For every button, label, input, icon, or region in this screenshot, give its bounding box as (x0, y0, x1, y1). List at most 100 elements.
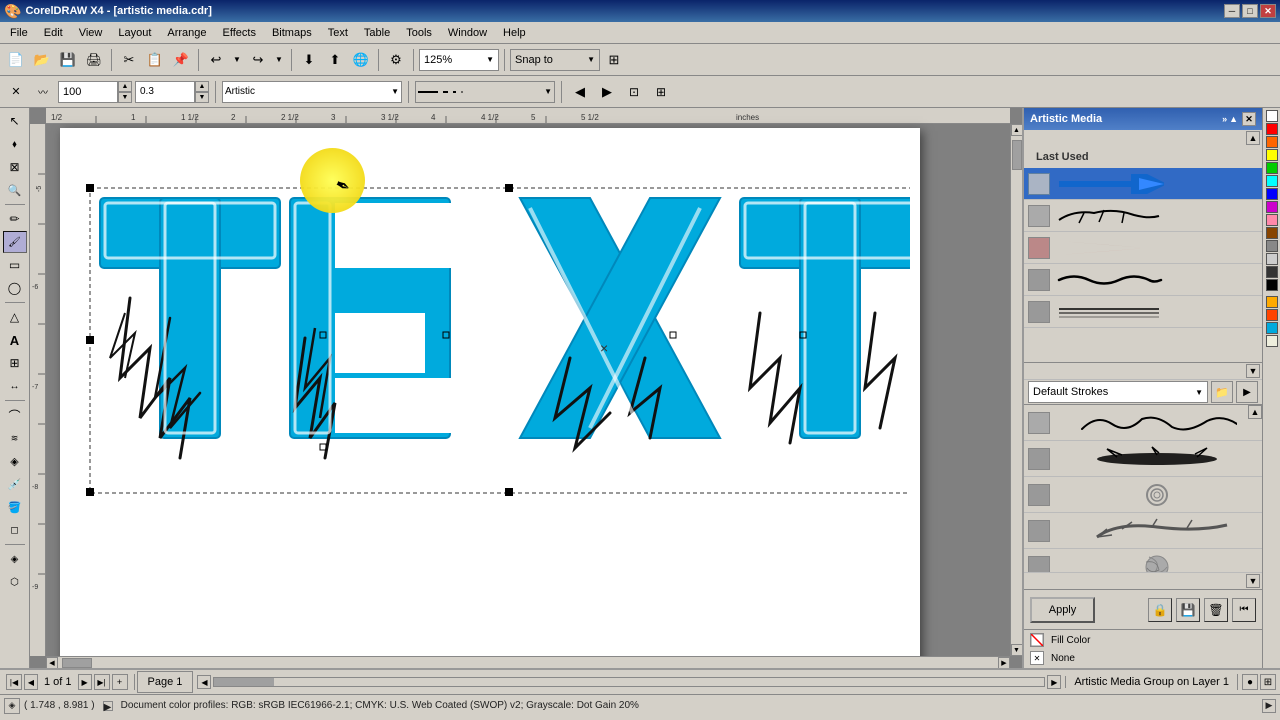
align-button[interactable]: ⊞ (602, 48, 626, 72)
interactive-fill-tool[interactable]: ◈ (3, 548, 27, 570)
fill-tool[interactable]: 🪣 (3, 496, 27, 518)
publish-button[interactable]: 🌐 (349, 48, 373, 72)
copy-button[interactable]: 📋 (143, 48, 167, 72)
menu-help[interactable]: Help (495, 25, 534, 41)
menu-window[interactable]: Window (440, 25, 495, 41)
info-close-btn[interactable]: ▶ (1262, 699, 1276, 713)
import-button[interactable]: ⬇ (297, 48, 321, 72)
color-amber[interactable] (1266, 296, 1278, 308)
thickness-up[interactable]: ▲ (195, 81, 209, 92)
ellipse-tool[interactable]: ◯ (3, 277, 27, 299)
transparency-tool[interactable]: ◈ (3, 450, 27, 472)
panel-close-button[interactable]: ✕ (1242, 112, 1256, 126)
panel-minimize-icon[interactable]: ▲ (1229, 114, 1238, 124)
stroke-scroll-up[interactable]: ▲ (1248, 405, 1262, 419)
page-last-btn[interactable]: ▶| (94, 674, 110, 690)
vscroll-thumb[interactable] (1012, 140, 1022, 170)
freehand-tool[interactable]: ✏ (3, 208, 27, 230)
blend-tool[interactable]: ≋ (3, 427, 27, 449)
freehand-tool-prop[interactable]: 〰 (31, 80, 55, 104)
menu-edit[interactable]: Edit (36, 25, 71, 41)
color-gray[interactable] (1266, 240, 1278, 252)
panel-scroll-up[interactable]: ▲ (1246, 131, 1260, 145)
last-used-item-1[interactable] (1024, 168, 1262, 200)
info-expand-btn[interactable]: ▶ (103, 701, 113, 711)
thickness-down[interactable]: ▼ (195, 92, 209, 103)
hscroll-thumb[interactable] (62, 658, 92, 668)
stroke-item-2[interactable] (1024, 441, 1262, 477)
save-stroke-btn[interactable]: 💾 (1176, 598, 1200, 622)
menu-bitmaps[interactable]: Bitmaps (264, 25, 320, 41)
menu-effects[interactable]: Effects (215, 25, 264, 41)
color-orange[interactable] (1266, 136, 1278, 148)
snap-dropdown-arrow[interactable]: ▼ (587, 55, 595, 64)
options-button[interactable]: ⚙ (384, 48, 408, 72)
color-mode-btn[interactable]: ● (1242, 674, 1258, 690)
stroke-item-4[interactable] (1024, 513, 1262, 549)
open-button[interactable]: 📂 (30, 48, 54, 72)
snap-to-box[interactable]: Snap to ▼ (510, 49, 600, 71)
color-pink[interactable] (1266, 214, 1278, 226)
coordinates-icon[interactable]: ◈ (4, 698, 20, 714)
text-tool[interactable]: A (3, 329, 27, 351)
close-button[interactable]: ✕ (1260, 4, 1276, 18)
page-next-btn[interactable]: ▶ (78, 674, 92, 690)
connector-tool[interactable]: ⌒ (3, 404, 27, 426)
new-button[interactable]: 📄 (4, 48, 28, 72)
style-dropdown[interactable]: Artistic ▼ (222, 81, 402, 103)
color-lt-gray[interactable] (1266, 253, 1278, 265)
crop-tool[interactable]: ⊠ (3, 156, 27, 178)
pick-tool[interactable]: ↖ (3, 110, 27, 132)
h-scroll-bar[interactable]: ◀ ▶ (193, 675, 1065, 689)
stroke-settings-btn[interactable]: ▶ (1236, 381, 1258, 403)
maximize-button[interactable]: □ (1242, 4, 1258, 18)
undo-dropdown[interactable]: ▼ (230, 48, 244, 72)
color-green[interactable] (1266, 162, 1278, 174)
size-up[interactable]: ▲ (118, 81, 132, 92)
menu-layout[interactable]: Layout (110, 25, 159, 41)
last-used-item-2[interactable] (1024, 200, 1262, 232)
transform-btn[interactable]: ⊡ (622, 80, 646, 104)
lock-button[interactable]: 🔒 (1148, 598, 1172, 622)
hscroll-right[interactable]: ▶ (998, 657, 1010, 669)
color-white[interactable] (1266, 110, 1278, 122)
vertical-scrollbar[interactable]: ▲ ▼ (1010, 124, 1022, 656)
color-red[interactable] (1266, 123, 1278, 135)
vscroll-down[interactable]: ▼ (1011, 644, 1023, 656)
export-button[interactable]: ⬆ (323, 48, 347, 72)
stroke-end-btn[interactable]: ▶ (595, 80, 619, 104)
stroke-folder-btn[interactable]: 📁 (1211, 381, 1233, 403)
vscroll-up[interactable]: ▲ (1011, 124, 1023, 136)
titlebar-controls[interactable]: ─ □ ✕ (1224, 4, 1276, 18)
menu-file[interactable]: File (2, 25, 36, 41)
hscroll-track[interactable] (213, 677, 1045, 687)
last-used-item-4[interactable] (1024, 264, 1262, 296)
panel-scroll-down[interactable]: ▼ (1246, 364, 1260, 378)
menu-text[interactable]: Text (320, 25, 356, 41)
stroke-style-dropdown[interactable]: ▼ (415, 81, 555, 103)
paste-button[interactable]: 📌 (169, 48, 193, 72)
menu-view[interactable]: View (71, 25, 111, 41)
last-used-item-3[interactable] (1024, 232, 1262, 264)
stroke-item-5[interactable] (1024, 549, 1262, 572)
horizontal-scrollbar[interactable]: ◀ ▶ (46, 656, 1010, 668)
color-purple[interactable] (1266, 201, 1278, 213)
artistic-media-tool[interactable]: 🖌 (3, 231, 27, 253)
color-cyan[interactable] (1266, 175, 1278, 187)
add-page-btn[interactable]: + (112, 674, 128, 690)
redo-dropdown[interactable]: ▼ (272, 48, 286, 72)
stroke-item-3[interactable] (1024, 477, 1262, 513)
minimize-button[interactable]: ─ (1224, 4, 1240, 18)
pointer-tool-prop[interactable]: ✕ (4, 80, 28, 104)
color-yellow[interactable] (1266, 149, 1278, 161)
print-button[interactable]: 🖨 (82, 48, 106, 72)
save-button[interactable]: 💾 (56, 48, 80, 72)
smart-fill-tool[interactable]: ⬡ (3, 571, 27, 593)
zoom-level-box[interactable]: 125% ▼ (419, 49, 499, 71)
hscroll-right-btn[interactable]: ▶ (1047, 675, 1061, 689)
rectangle-tool[interactable]: ▭ (3, 254, 27, 276)
color-sky[interactable] (1266, 322, 1278, 334)
delete-stroke-btn[interactable]: 🗑 (1204, 598, 1228, 622)
stroke-scroll-down[interactable]: ▼ (1246, 574, 1260, 588)
page-tab[interactable]: Page 1 (137, 671, 194, 693)
